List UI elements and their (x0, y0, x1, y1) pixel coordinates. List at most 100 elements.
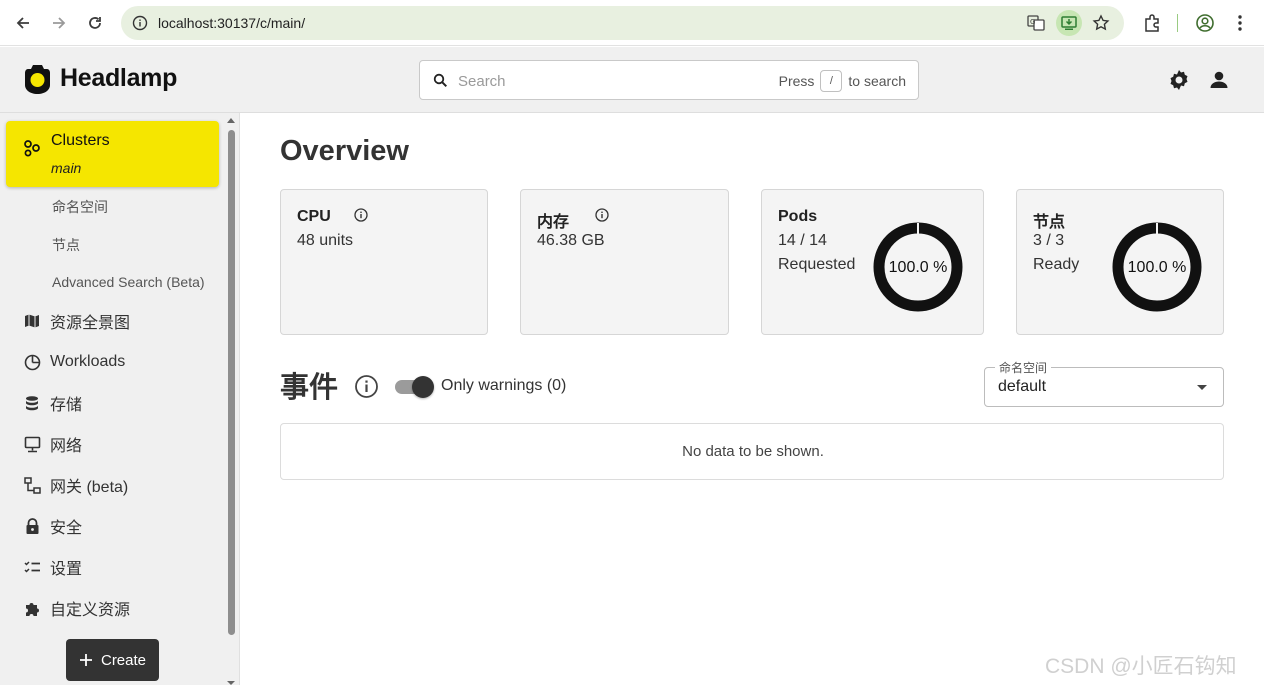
info-icon[interactable] (354, 208, 368, 222)
arrow-right-icon (53, 17, 66, 29)
translate-icon[interactable]: G (1027, 14, 1045, 32)
search-shortcut-hint: Press / to search (779, 70, 906, 92)
sidebar-item-map[interactable]: 资源全景图 (22, 309, 222, 333)
sidebar-subitem-nodes[interactable]: 节点 (52, 235, 80, 255)
gear-icon[interactable] (1167, 68, 1191, 92)
sidebar-item-label: 设置 (50, 561, 83, 578)
cluster-name: main (51, 160, 82, 176)
only-warnings-toggle[interactable] (395, 376, 434, 398)
only-warnings-label[interactable]: Only warnings (0) (441, 377, 566, 395)
sidebar-scrollbar-thumb[interactable] (228, 130, 235, 635)
sidebar-item-label: Workloads (50, 353, 126, 370)
clusters-icon (24, 140, 40, 157)
card-title: CPU (297, 208, 331, 225)
star-icon[interactable] (1092, 14, 1110, 32)
reload-button[interactable] (83, 11, 107, 35)
sidebar-item-label: 网关 (beta) (50, 479, 129, 496)
sidebar-item-gateway[interactable]: 网关 (beta) (22, 473, 222, 497)
reload-icon (89, 17, 101, 29)
toolbar-divider (1177, 14, 1178, 32)
sidebar-item-security[interactable]: 安全 (22, 514, 222, 538)
site-info-icon[interactable] (132, 15, 148, 31)
url-text[interactable]: localhost:30137/c/main/ (158, 15, 305, 31)
scroll-down-icon[interactable] (227, 681, 235, 685)
checklist-icon (22, 557, 42, 577)
sidebar-item-workloads[interactable]: Workloads (22, 350, 222, 374)
browser-toolbar: localhost:30137/c/main/ G (0, 0, 1264, 46)
sidebar-item-label: Clusters (51, 132, 110, 149)
empty-state-text: No data to be shown. (682, 443, 824, 460)
card-value: 46.38 GB (537, 232, 605, 249)
card-title: Pods (778, 208, 818, 225)
namespace-select-value: default (998, 378, 1047, 395)
events-table: No data to be shown. (280, 423, 1224, 480)
address-bar[interactable]: localhost:30137/c/main/ G (121, 6, 1124, 40)
forward-button[interactable] (47, 11, 71, 35)
memory-card: 内存 46.38 GB (520, 189, 729, 335)
namespace-select[interactable]: 命名空间 default (984, 359, 1224, 407)
arrow-left-icon (16, 17, 29, 29)
card-title: 节点 (1033, 214, 1066, 231)
caret-down-icon (1197, 385, 1207, 390)
back-button[interactable] (11, 11, 35, 35)
card-value: 3 / 3 (1033, 232, 1065, 249)
scroll-up-icon[interactable] (227, 117, 235, 123)
nodes-card: 节点 3 / 3 Ready 100.0 % (1016, 189, 1224, 335)
install-app-button[interactable] (1056, 10, 1082, 36)
sidebar-item-storage[interactable]: 存储 (22, 391, 222, 415)
network-icon (22, 434, 42, 454)
gateway-icon (22, 475, 42, 495)
namespace-select-label: 命名空间 (995, 359, 1052, 376)
info-icon[interactable] (354, 374, 379, 399)
lock-icon (22, 516, 42, 536)
install-icon (1061, 16, 1077, 30)
toggle-knob (412, 376, 434, 398)
svg-text:G: G (1030, 18, 1035, 26)
donut-percent-label: 100.0 % (1127, 259, 1187, 276)
card-status: Requested (778, 256, 856, 273)
plus-icon (79, 654, 92, 666)
profile-icon[interactable] (1195, 13, 1215, 33)
more-vert-icon[interactable] (1234, 13, 1246, 33)
create-button[interactable]: Create (66, 639, 159, 681)
puzzle-icon (22, 598, 42, 618)
sidebar-item-clusters[interactable]: Clusters main (6, 121, 219, 187)
sidebar-item-label: 自定义资源 (50, 602, 131, 619)
sidebar-subitem-advanced-search[interactable]: Advanced Search (Beta) (52, 274, 205, 290)
sidebar: Clusters main 命名空间 节点 Advanced Search (B… (0, 113, 240, 685)
card-value: 14 / 14 (778, 232, 827, 249)
app-logo-text[interactable]: Headlamp (60, 64, 177, 93)
search-input[interactable] (458, 70, 738, 92)
map-icon (22, 311, 42, 331)
sidebar-item-label: 资源全景图 (50, 315, 131, 332)
sidebar-subitem-namespaces[interactable]: 命名空间 (52, 197, 108, 217)
sidebar-item-label: 网络 (50, 438, 83, 455)
global-search[interactable]: Press / to search (419, 60, 919, 100)
account-icon[interactable] (1207, 68, 1231, 92)
sidebar-item-label: 存储 (50, 397, 83, 414)
database-icon (22, 393, 42, 413)
info-icon[interactable] (595, 208, 609, 222)
donut-percent-label: 100.0 % (888, 259, 948, 276)
page-title: Overview (280, 135, 409, 167)
cpu-card: CPU 48 units (280, 189, 488, 335)
sidebar-item-custom-resources[interactable]: 自定义资源 (22, 596, 222, 620)
events-title: 事件 (280, 372, 339, 404)
extensions-icon[interactable] (1142, 13, 1162, 33)
search-hint-suffix: to search (848, 73, 906, 89)
sidebar-item-label: 安全 (50, 520, 83, 537)
pie-icon (22, 352, 42, 372)
sidebar-item-network[interactable]: 网络 (22, 432, 222, 456)
sidebar-item-settings[interactable]: 设置 (22, 555, 222, 579)
search-hint-key: / (820, 70, 843, 92)
search-icon (433, 73, 448, 88)
search-hint-prefix: Press (778, 73, 815, 89)
card-title: 内存 (537, 214, 570, 231)
card-value: 48 units (297, 232, 354, 249)
watermark: CSDN @小匠石钩知 (1045, 655, 1237, 678)
card-status: Ready (1033, 256, 1080, 273)
pods-card: Pods 14 / 14 Requested 100.0 % (761, 189, 984, 335)
headlamp-logo-icon[interactable] (24, 63, 51, 95)
app-header: Headlamp Press / to search (0, 47, 1264, 113)
create-button-label: Create (100, 651, 147, 669)
